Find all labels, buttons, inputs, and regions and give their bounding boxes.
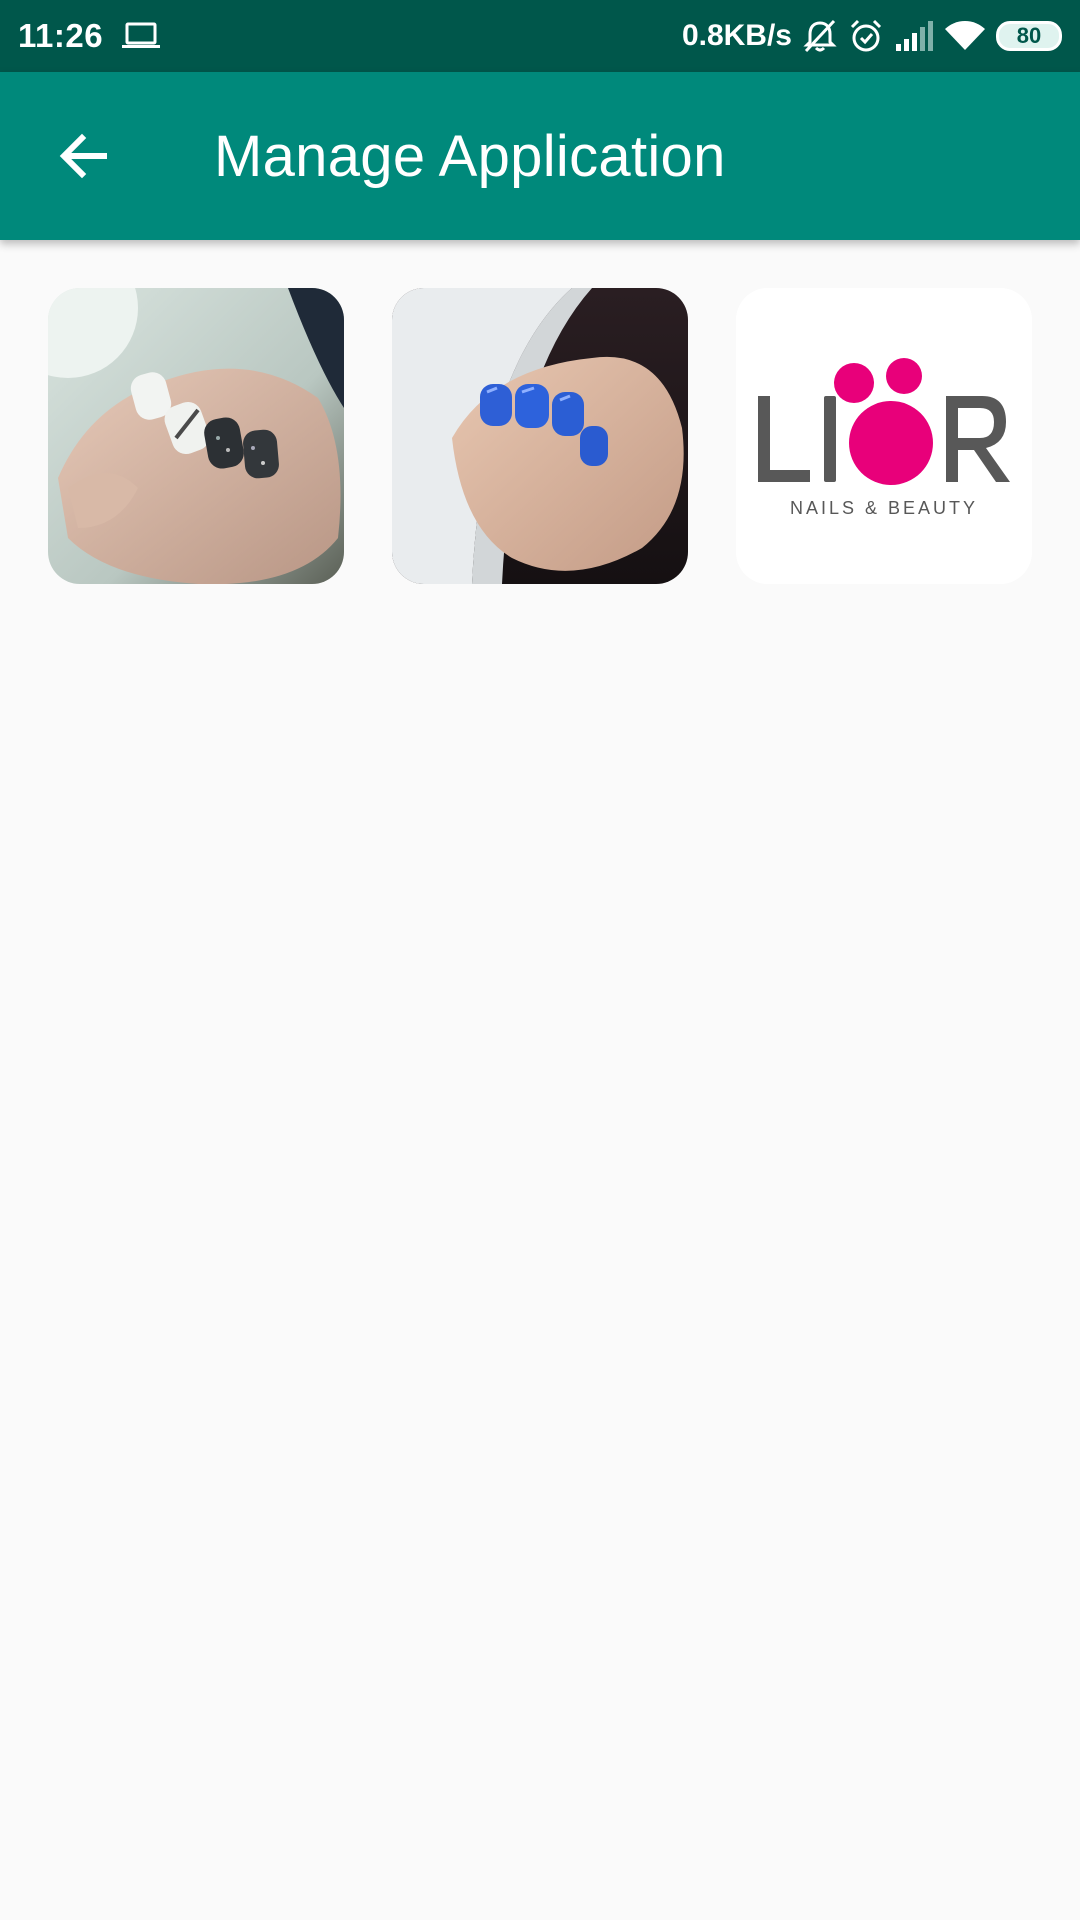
gallery-item-logo[interactable]: NAILS & BEAUTY — [736, 288, 1032, 584]
status-left: 11:26 — [18, 17, 161, 55]
status-time: 11:26 — [18, 17, 104, 54]
nails-photo-image — [48, 288, 344, 584]
logo-subtitle: NAILS & BEAUTY — [790, 498, 978, 518]
signal-icon — [894, 20, 934, 52]
arrow-left-icon — [59, 133, 107, 179]
status-right: 0.8KB/s 80 — [682, 18, 1062, 54]
bell-off-icon — [802, 18, 838, 54]
nails-photo-image — [392, 288, 688, 584]
back-button[interactable] — [36, 108, 132, 204]
network-speed: 0.8KB/s — [681, 19, 792, 52]
battery-level: 80 — [1016, 23, 1042, 48]
gallery-item-photo-1[interactable] — [48, 288, 344, 584]
wifi-icon — [944, 20, 986, 52]
laptop-icon — [121, 21, 161, 51]
gallery-grid: NAILS & BEAUTY — [48, 288, 1032, 584]
battery-icon: 80 — [996, 21, 1062, 51]
lior-logo: NAILS & BEAUTY — [736, 288, 1032, 584]
app-bar: Manage Application — [0, 72, 1080, 240]
status-bar: 11:26 0.8KB/s 80 — [0, 0, 1080, 72]
page-title: Manage Application — [214, 123, 726, 189]
gallery-item-photo-2[interactable] — [392, 288, 688, 584]
alarm-icon — [848, 18, 884, 54]
